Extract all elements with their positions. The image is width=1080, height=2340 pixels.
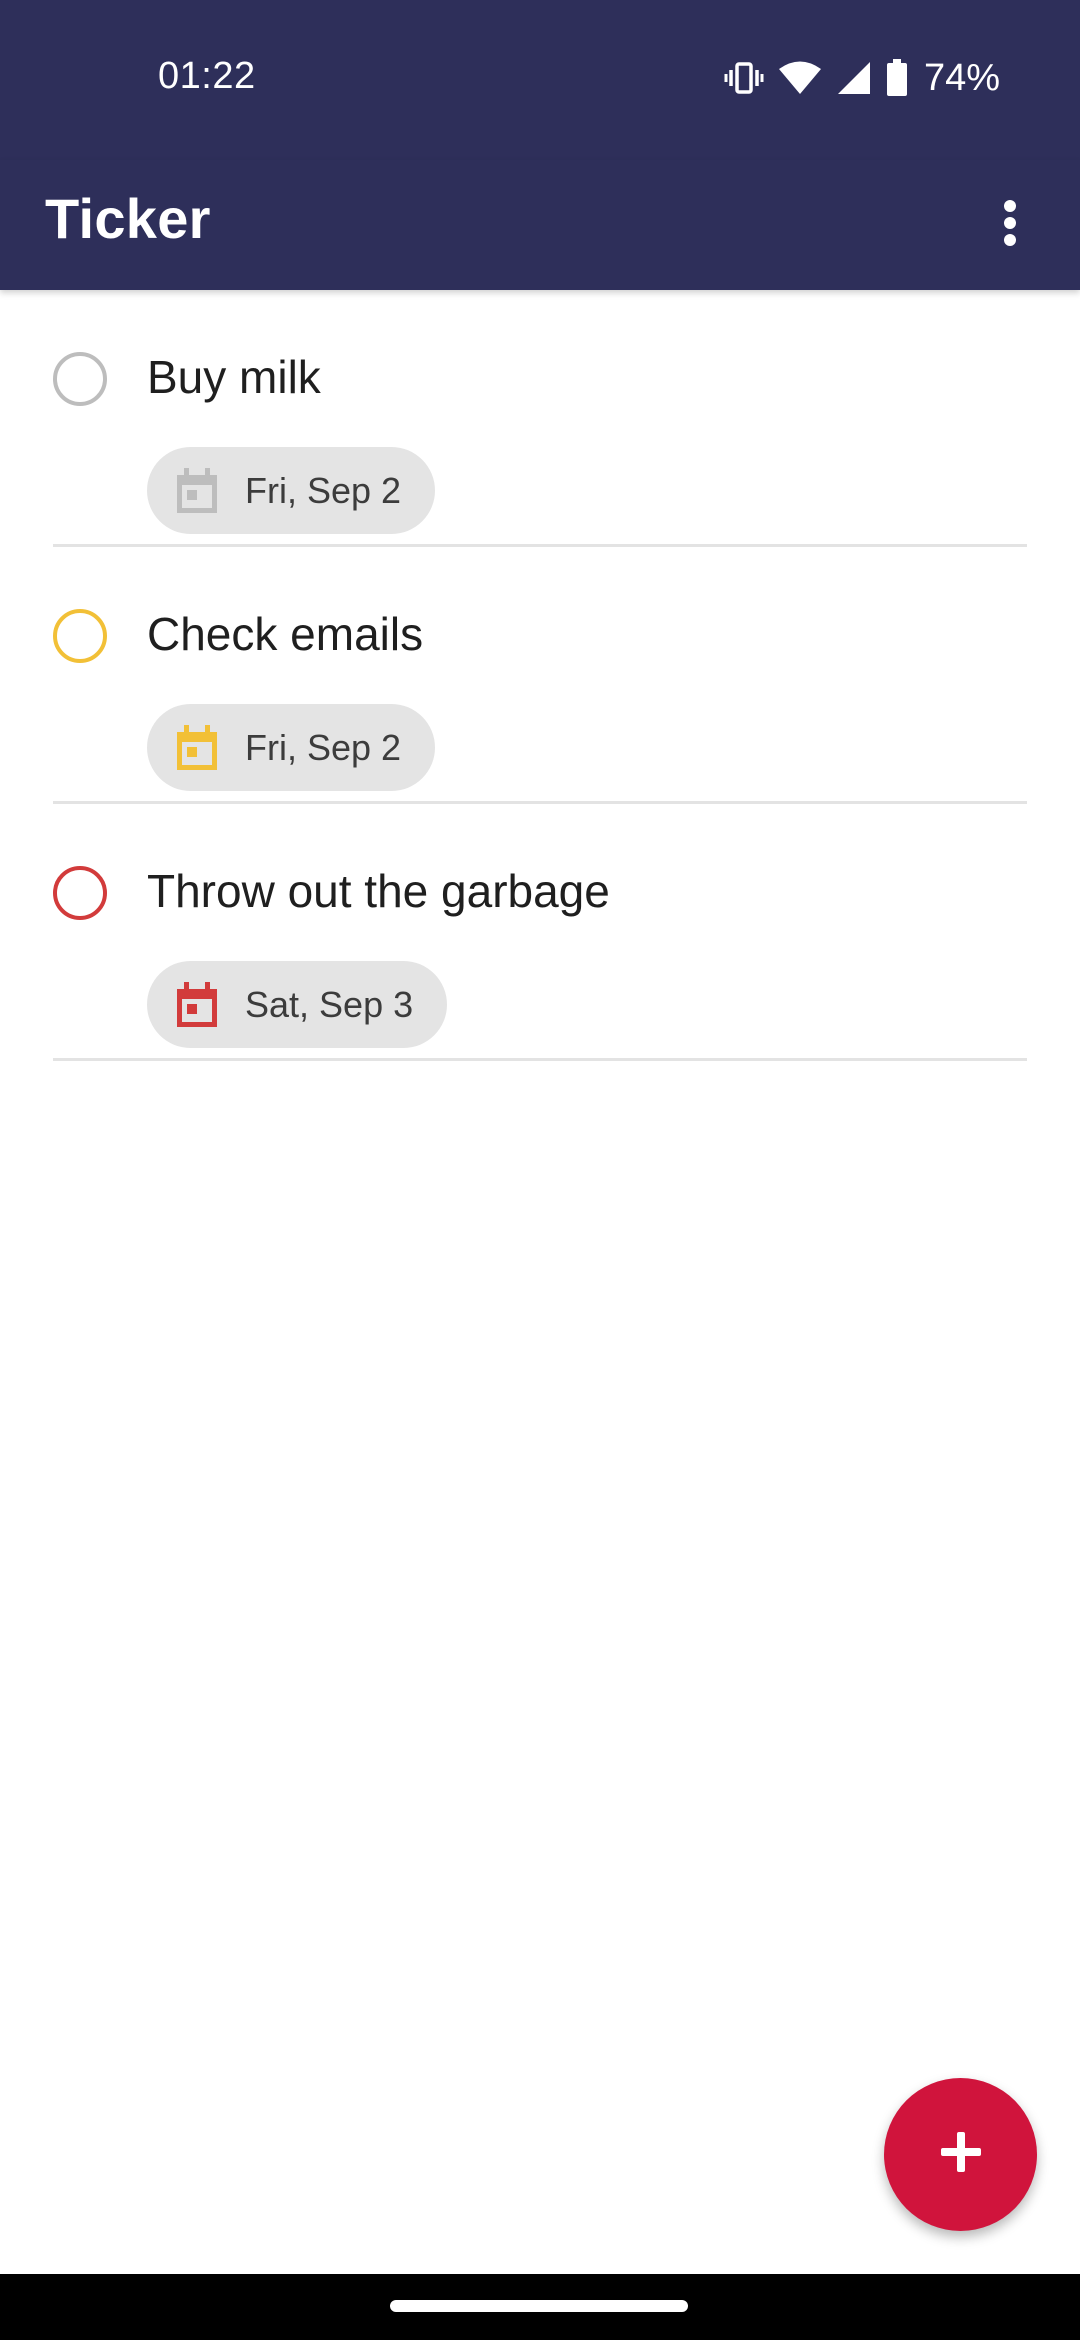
task-item[interactable]: Throw out the garbage Sat, Sep 3 [0,804,1080,1061]
navigation-bar [0,2274,1080,2340]
status-time: 01:22 [158,55,256,97]
calendar-icon [175,724,219,772]
task-item[interactable]: Check emails Fri, Sep 2 [0,547,1080,804]
date-chip[interactable]: Sat, Sep 3 [147,961,448,1048]
home-gesture-handle[interactable] [390,2300,688,2312]
plus-icon [939,2130,983,2179]
app-title: Ticker [45,187,211,250]
add-task-button[interactable] [884,2078,1037,2231]
wifi-icon [778,60,822,96]
date-label: Fri, Sep 2 [245,469,402,511]
task-title: Check emails [147,608,424,660]
vibrate-icon [724,58,764,98]
battery-percent: 74% [923,56,1000,99]
divider [53,1058,1027,1061]
date-chip[interactable]: Fri, Sep 2 [147,447,436,534]
task-checkbox[interactable] [53,866,107,920]
status-icons: 74% [724,56,1000,100]
signal-icon [836,60,872,96]
task-item[interactable]: Buy milk Fri, Sep 2 [0,290,1080,547]
calendar-icon [175,467,219,515]
battery-icon [886,59,908,97]
task-list: Buy milk Fri, Sep 2 Check emails Fri, Se… [0,290,1080,1061]
calendar-icon [175,981,219,1029]
more-vert-icon [1002,198,1018,253]
app-bar: Ticker [0,160,1080,290]
task-checkbox[interactable] [53,352,107,406]
date-label: Fri, Sep 2 [245,726,402,768]
status-bar: 01:22 74% [0,0,1080,160]
task-title: Buy milk [147,351,321,403]
overflow-menu-button[interactable] [970,180,1050,270]
date-chip[interactable]: Fri, Sep 2 [147,704,436,791]
task-checkbox[interactable] [53,609,107,663]
screen: 01:22 74% Ticker Buy milk Fri, Sep 2 Che… [0,0,1080,2340]
date-label: Sat, Sep 3 [245,983,414,1025]
task-title: Throw out the garbage [147,865,610,917]
